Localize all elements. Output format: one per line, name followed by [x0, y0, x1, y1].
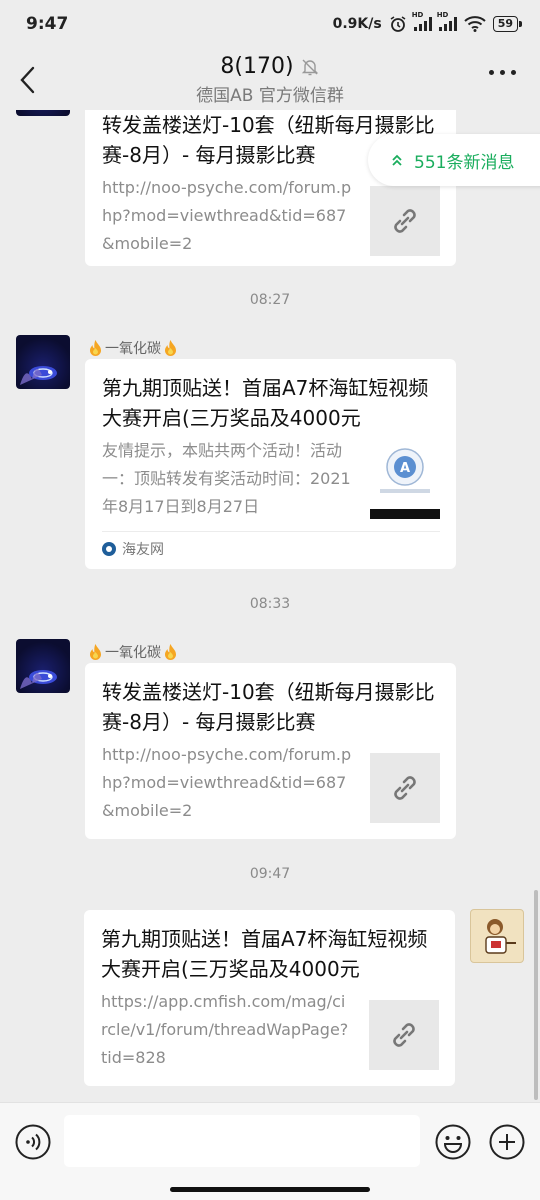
signal-icon-1: HD — [412, 11, 432, 31]
voice-input-button[interactable] — [14, 1123, 52, 1161]
new-messages-label: 551条新消息 — [414, 152, 515, 173]
chat-title: 8(170) — [220, 54, 294, 79]
link-thumbnail — [369, 1000, 439, 1070]
timestamp: 09:47 — [249, 866, 291, 882]
fish-avatar-image — [20, 670, 57, 689]
card-title: 第九期顶贴送！首届A7杯海缸短视频大赛开启(三万奖品及4000元 — [101, 927, 428, 981]
battery-icon: 59 — [492, 16, 523, 32]
status-icons: 0.9K/s HD HD 59 — [332, 11, 523, 33]
cartoon-avatar-image — [485, 919, 516, 954]
card-description: https://app.cmfish.com/mag/circle/v1/for… — [101, 992, 349, 1067]
sender-label: 一氧化碳 — [105, 341, 161, 357]
avatar[interactable] — [16, 639, 70, 693]
card-description: http://noo-psyche.com/forum.php?mod=view… — [102, 178, 352, 253]
avatar[interactable] — [16, 110, 70, 116]
source-name: 海友网 — [122, 541, 164, 558]
network-speed: 0.9K/s — [332, 16, 382, 32]
sender-name: 一氧化碳 — [88, 642, 178, 662]
link-card-message[interactable]: 第九期顶贴送！首届A7杯海缸短视频大赛开启(三万奖品及4000元 https:/… — [84, 910, 455, 1086]
link-card-message[interactable]: 第九期顶贴送！首届A7杯海缸短视频大赛开启(三万奖品及4000元 友情提示，本贴… — [85, 359, 456, 569]
timestamp: 08:33 — [249, 596, 291, 612]
emoji-button[interactable] — [434, 1123, 472, 1161]
fire-icon — [90, 340, 101, 356]
mute-bell-icon — [301, 59, 318, 75]
card-title: 转发盖楼送灯-10套（纽斯每月摄影比赛-8月）- 每月摄影比赛 — [102, 680, 435, 734]
card-description: http://noo-psyche.com/forum.php?mod=view… — [102, 745, 352, 820]
link-card-message[interactable]: 转发盖楼送灯-10套（纽斯每月摄影比赛-8月）- 每月摄影比赛 http://n… — [85, 663, 456, 839]
link-thumbnail — [370, 186, 440, 256]
link-icon — [394, 776, 416, 800]
chat-message-list[interactable]: 转发盖楼送灯-10套（纽斯每月摄影比赛-8月）- 每月摄影比赛 http://n… — [0, 110, 540, 1102]
avatar[interactable] — [16, 335, 70, 389]
source-logo-icon — [102, 541, 116, 556]
link-thumbnail — [370, 753, 440, 823]
voice-icon — [15, 1124, 51, 1160]
article-thumbnail: A — [370, 445, 440, 519]
scrollbar[interactable] — [534, 890, 538, 1100]
home-indicator[interactable] — [170, 1187, 370, 1192]
chat-title-area[interactable]: 8(170) 德国AB 官方微信群 — [0, 54, 540, 106]
fire-icon — [165, 644, 176, 660]
chat-header: 8(170) 德国AB 官方微信群 — [0, 48, 540, 110]
fire-icon — [90, 644, 101, 660]
card-source: 海友网 — [102, 531, 440, 565]
signal-icon-2: HD — [437, 11, 457, 31]
new-messages-button[interactable]: 551条新消息 — [368, 134, 540, 186]
more-functions-button[interactable] — [488, 1123, 526, 1161]
double-chevron-up-icon — [392, 154, 402, 166]
message-input-bar — [0, 1102, 540, 1200]
sender-label: 一氧化碳 — [105, 645, 161, 661]
my-avatar[interactable] — [470, 909, 524, 963]
link-icon — [393, 1023, 415, 1047]
status-time: 9:47 — [26, 14, 69, 34]
more-options-button[interactable] — [489, 70, 516, 75]
timestamp: 08:27 — [249, 292, 291, 308]
card-description: 友情提示，本贴共两个活动！活动一：顶贴转发有奖活动时间：2021年8月17日到8… — [102, 441, 351, 516]
emoji-icon — [435, 1124, 471, 1160]
card-title: 第九期顶贴送！首届A7杯海缸短视频大赛开启(三万奖品及4000元 — [102, 376, 429, 430]
plus-icon — [489, 1124, 525, 1160]
wifi-icon — [464, 16, 486, 32]
message-input[interactable] — [64, 1115, 420, 1167]
svg-text:A: A — [400, 461, 410, 476]
alarm-icon — [390, 16, 406, 32]
status-bar: 9:47 0.9K/s HD HD 59 — [0, 0, 540, 48]
article-thumbnail-image: A — [370, 448, 440, 519]
fire-icon — [165, 340, 176, 356]
link-icon — [394, 209, 416, 233]
sender-name: 一氧化碳 — [88, 338, 178, 358]
chat-subtitle: 德国AB 官方微信群 — [196, 86, 344, 106]
fish-avatar-image — [20, 366, 57, 385]
